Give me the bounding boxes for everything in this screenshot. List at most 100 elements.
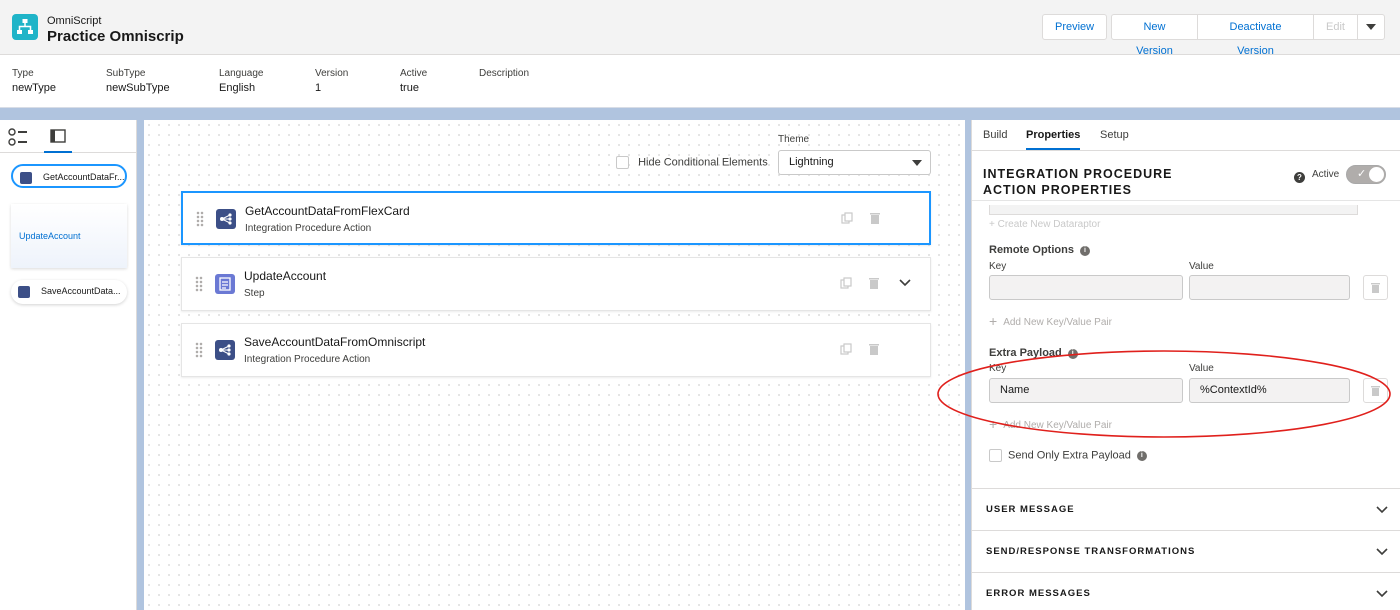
send-only-extra-payload[interactable]: Send Only Extra Payload i: [989, 449, 1147, 462]
card-title: SaveAccountDataFromOmniscript: [244, 335, 426, 349]
trash-icon: [1364, 283, 1387, 302]
meta-type-label: Type: [12, 68, 34, 79]
payload-add-pair-button[interactable]: + Add New Key/Value Pair: [989, 416, 1112, 432]
hide-conditional-checkbox[interactable]: [616, 156, 629, 169]
remote-key-input[interactable]: [989, 275, 1183, 300]
theme-label: Theme: [778, 134, 810, 145]
more-actions-button[interactable]: [1357, 14, 1385, 40]
plus-icon: +: [989, 313, 998, 329]
canvas-card-update-account[interactable]: UpdateAccount Step: [181, 257, 931, 311]
properties-tabs: Build Properties Setup: [972, 120, 1400, 151]
canvas-card-get-account-data[interactable]: GetAccountDataFromFlexCard Integration P…: [181, 191, 931, 245]
edit-button[interactable]: Edit: [1313, 14, 1358, 40]
meta-language-label: Language: [219, 68, 264, 79]
theme-select[interactable]: Lightning: [778, 150, 931, 175]
remote-add-pair-button[interactable]: + Add New Key/Value Pair: [989, 313, 1112, 329]
accordion-title: ERROR MESSAGES: [986, 588, 1091, 599]
palette-item-label: GetAccountDataFr...: [43, 172, 125, 182]
meta-subtype-value: newSubType: [106, 82, 170, 94]
hide-conditional-toggle[interactable]: Hide Conditional Elements: [616, 156, 768, 169]
chevron-down-icon: [1366, 24, 1376, 31]
palette-item-label: SaveAccountData...: [41, 286, 121, 296]
card-subtitle: Step: [244, 288, 265, 299]
meta-type: Type newType: [12, 68, 56, 94]
drag-handle-icon[interactable]: [195, 276, 203, 292]
copy-icon[interactable]: [840, 277, 852, 289]
payload-key-input[interactable]: Name: [989, 378, 1183, 403]
accordion-user-message[interactable]: USER MESSAGE: [972, 488, 1400, 530]
tree-view-icon[interactable]: [8, 128, 28, 146]
layout-view-icon[interactable]: [44, 128, 72, 153]
properties-title: INTEGRATION PROCEDURE ACTION PROPERTIES: [983, 166, 1173, 198]
properties-title-line1: INTEGRATION PROCEDURE: [983, 167, 1173, 181]
preview-button[interactable]: Preview: [1042, 14, 1107, 40]
chevron-down-icon: [1376, 589, 1388, 601]
trash-icon[interactable]: [868, 277, 880, 289]
palette-item-save-account-data[interactable]: SaveAccountData...: [11, 280, 127, 304]
palette-item-label: UpdateAccount: [19, 231, 81, 241]
meta-description-label: Description: [479, 68, 530, 79]
card-subtitle: Integration Procedure Action: [244, 354, 371, 365]
properties-title-line2: ACTION PROPERTIES: [983, 183, 1132, 197]
dataraptor-select[interactable]: [989, 205, 1358, 215]
integration-procedure-icon: [216, 209, 236, 229]
omniscript-app-icon: [12, 14, 38, 40]
palette-item-get-account-data[interactable]: GetAccountDataFr...: [11, 164, 127, 188]
trash-icon[interactable]: [869, 212, 881, 224]
new-version-button[interactable]: New Version: [1111, 14, 1198, 57]
meta-version: Version 1: [315, 68, 348, 94]
payload-value-input[interactable]: %ContextId%: [1189, 378, 1350, 403]
meta-active-label: Active: [400, 68, 428, 79]
element-palette: GetAccountDataFr... UpdateAccount SaveAc…: [0, 120, 137, 610]
trash-icon: [1364, 386, 1387, 405]
meta-subtype: SubType newSubType: [106, 68, 170, 94]
meta-active-value: true: [400, 82, 419, 94]
meta-subtype-label: SubType: [106, 68, 146, 79]
copy-icon[interactable]: [841, 212, 853, 224]
help-icon[interactable]: ?: [1294, 172, 1305, 183]
palette-item-update-account[interactable]: UpdateAccount: [11, 204, 127, 268]
create-dataraptor-link[interactable]: + Create New Dataraptor: [989, 219, 1100, 230]
copy-icon[interactable]: [840, 343, 852, 355]
integration-procedure-icon: [215, 340, 235, 360]
page-header: OmniScript Practice Omniscrip Preview Ne…: [0, 0, 1400, 108]
trash-icon[interactable]: [868, 343, 880, 355]
info-icon[interactable]: i: [1079, 246, 1090, 256]
meta-version-label: Version: [315, 68, 349, 79]
chevron-down-icon[interactable]: [899, 278, 911, 290]
deactivate-version-button[interactable]: Deactivate Version: [1197, 14, 1314, 57]
card-subtitle: Integration Procedure Action: [245, 223, 372, 234]
drag-handle-icon[interactable]: [195, 342, 203, 358]
extra-payload-heading: Extra Payload i: [989, 347, 1078, 359]
remote-add-pair-label: Add New Key/Value Pair: [1003, 317, 1112, 328]
accordion-send-response-transformations[interactable]: SEND/RESPONSE TRANSFORMATIONS: [972, 530, 1400, 572]
remote-value-input[interactable]: [1189, 275, 1350, 300]
info-icon[interactable]: i: [1136, 451, 1147, 462]
active-toggle[interactable]: ✓: [1346, 165, 1386, 184]
tab-properties[interactable]: Properties: [1026, 129, 1081, 150]
step-list-icon: [215, 274, 235, 294]
accordion-error-messages[interactable]: ERROR MESSAGES: [972, 572, 1400, 610]
page-title: Practice Omniscrip: [47, 28, 184, 45]
payload-value-label: Value: [1189, 363, 1214, 374]
integration-procedure-icon: [18, 286, 30, 298]
palette-tabs: [0, 120, 137, 153]
app-type-label: OmniScript: [47, 15, 102, 27]
tab-setup[interactable]: Setup: [1100, 129, 1129, 141]
tab-build[interactable]: Build: [983, 129, 1007, 141]
integration-procedure-icon: [20, 172, 32, 184]
divider: [972, 200, 1400, 201]
info-icon[interactable]: i: [1067, 349, 1078, 359]
designer-canvas: Hide Conditional Elements Theme Lightnin…: [144, 120, 965, 610]
header-bar: OmniScript Practice Omniscrip Preview Ne…: [0, 0, 1400, 57]
card-title: UpdateAccount: [244, 269, 327, 283]
toggle-knob: [1369, 167, 1384, 182]
card-title: GetAccountDataFromFlexCard: [245, 204, 410, 218]
remote-delete-button[interactable]: [1363, 275, 1388, 300]
properties-panel: Build Properties Setup INTEGRATION PROCE…: [971, 120, 1400, 610]
drag-handle-icon[interactable]: [196, 211, 204, 227]
canvas-card-save-account-data[interactable]: SaveAccountDataFromOmniscript Integratio…: [181, 323, 931, 377]
checkmark-icon: ✓: [1357, 168, 1367, 180]
send-only-checkbox[interactable]: [989, 449, 1002, 462]
payload-delete-button[interactable]: [1363, 378, 1388, 403]
